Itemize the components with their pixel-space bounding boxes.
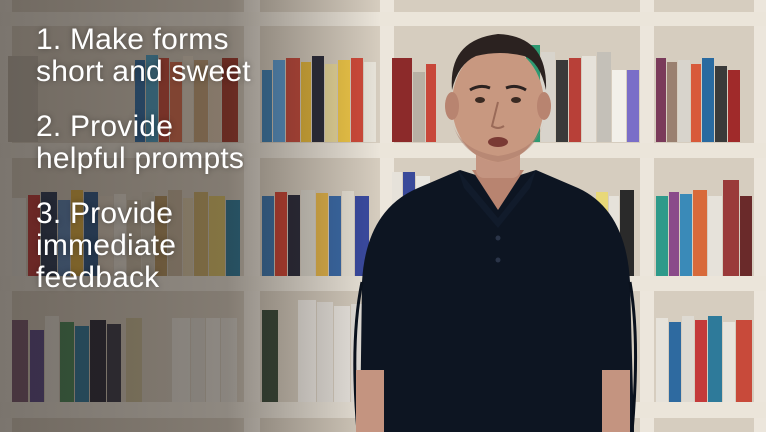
bullet-2-line-2: helpful prompts [36,142,245,175]
bullet-3-line-1: 3. Provide [36,197,174,230]
video-frame: 1. Make forms short and sweet 2. Provide… [0,0,766,432]
bullet-item-3: 3. Provide immediate feedback [36,198,356,294]
bullet-list: 1. Make forms short and sweet 2. Provide… [36,24,356,317]
presenter-figure [353,34,638,432]
bullet-3-line-3: feedback [36,261,160,294]
bullet-1-line-2: short and sweet [36,55,251,88]
bullet-item-2: 2. Provide helpful prompts [36,111,356,175]
bullet-1-line-1: 1. Make forms [36,23,229,56]
bullet-item-1: 1. Make forms short and sweet [36,24,356,88]
bullet-2-line-1: 2. Provide [36,110,174,143]
bullet-3-line-2: immediate [36,229,177,262]
